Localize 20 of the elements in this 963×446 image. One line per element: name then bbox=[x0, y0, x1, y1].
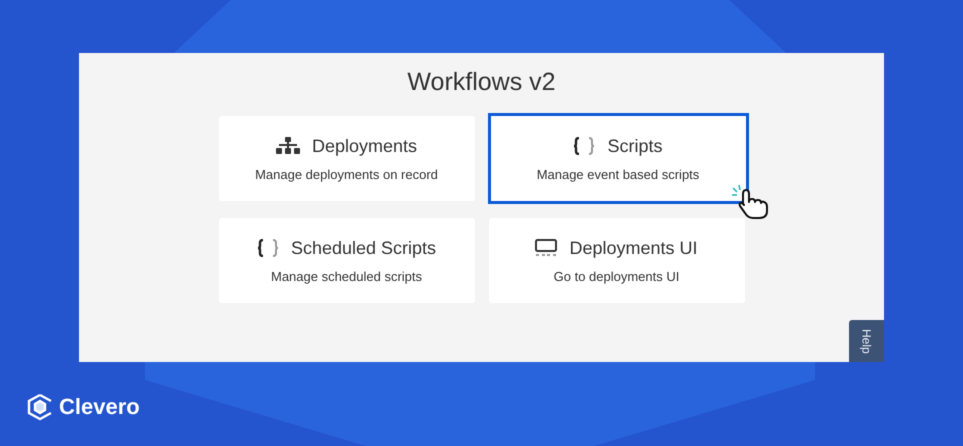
card-description: Manage scheduled scripts bbox=[270, 268, 422, 284]
brand-logo-text: Clevero bbox=[59, 394, 140, 420]
braces-icon bbox=[573, 137, 596, 155]
workflow-card[interactable]: Deployments UI Go to deployments UI bbox=[488, 218, 744, 303]
monitor-icon bbox=[535, 239, 558, 257]
card-description: Manage deployments on record bbox=[255, 166, 438, 182]
workflow-card[interactable]: Deployments Manage deployments on record bbox=[218, 116, 474, 201]
hierarchy-icon bbox=[276, 137, 300, 155]
card-title: Scripts bbox=[607, 136, 662, 156]
card-title: Deployments bbox=[312, 136, 418, 156]
card-title: Deployments UI bbox=[569, 238, 698, 258]
panel-title: Workflows v2 bbox=[407, 68, 556, 97]
card-description: Manage event based scripts bbox=[536, 166, 700, 182]
workflow-card[interactable]: Scheduled Scripts Manage scheduled scripts bbox=[218, 218, 474, 303]
card-description: Go to deployments UI bbox=[554, 268, 680, 284]
braces-icon bbox=[256, 239, 279, 257]
card-title: Scheduled Scripts bbox=[290, 238, 436, 258]
workflow-card[interactable]: Scripts Manage event based scripts bbox=[488, 113, 748, 204]
cube-logo-icon bbox=[27, 393, 53, 421]
help-tab[interactable]: Help bbox=[849, 320, 884, 362]
